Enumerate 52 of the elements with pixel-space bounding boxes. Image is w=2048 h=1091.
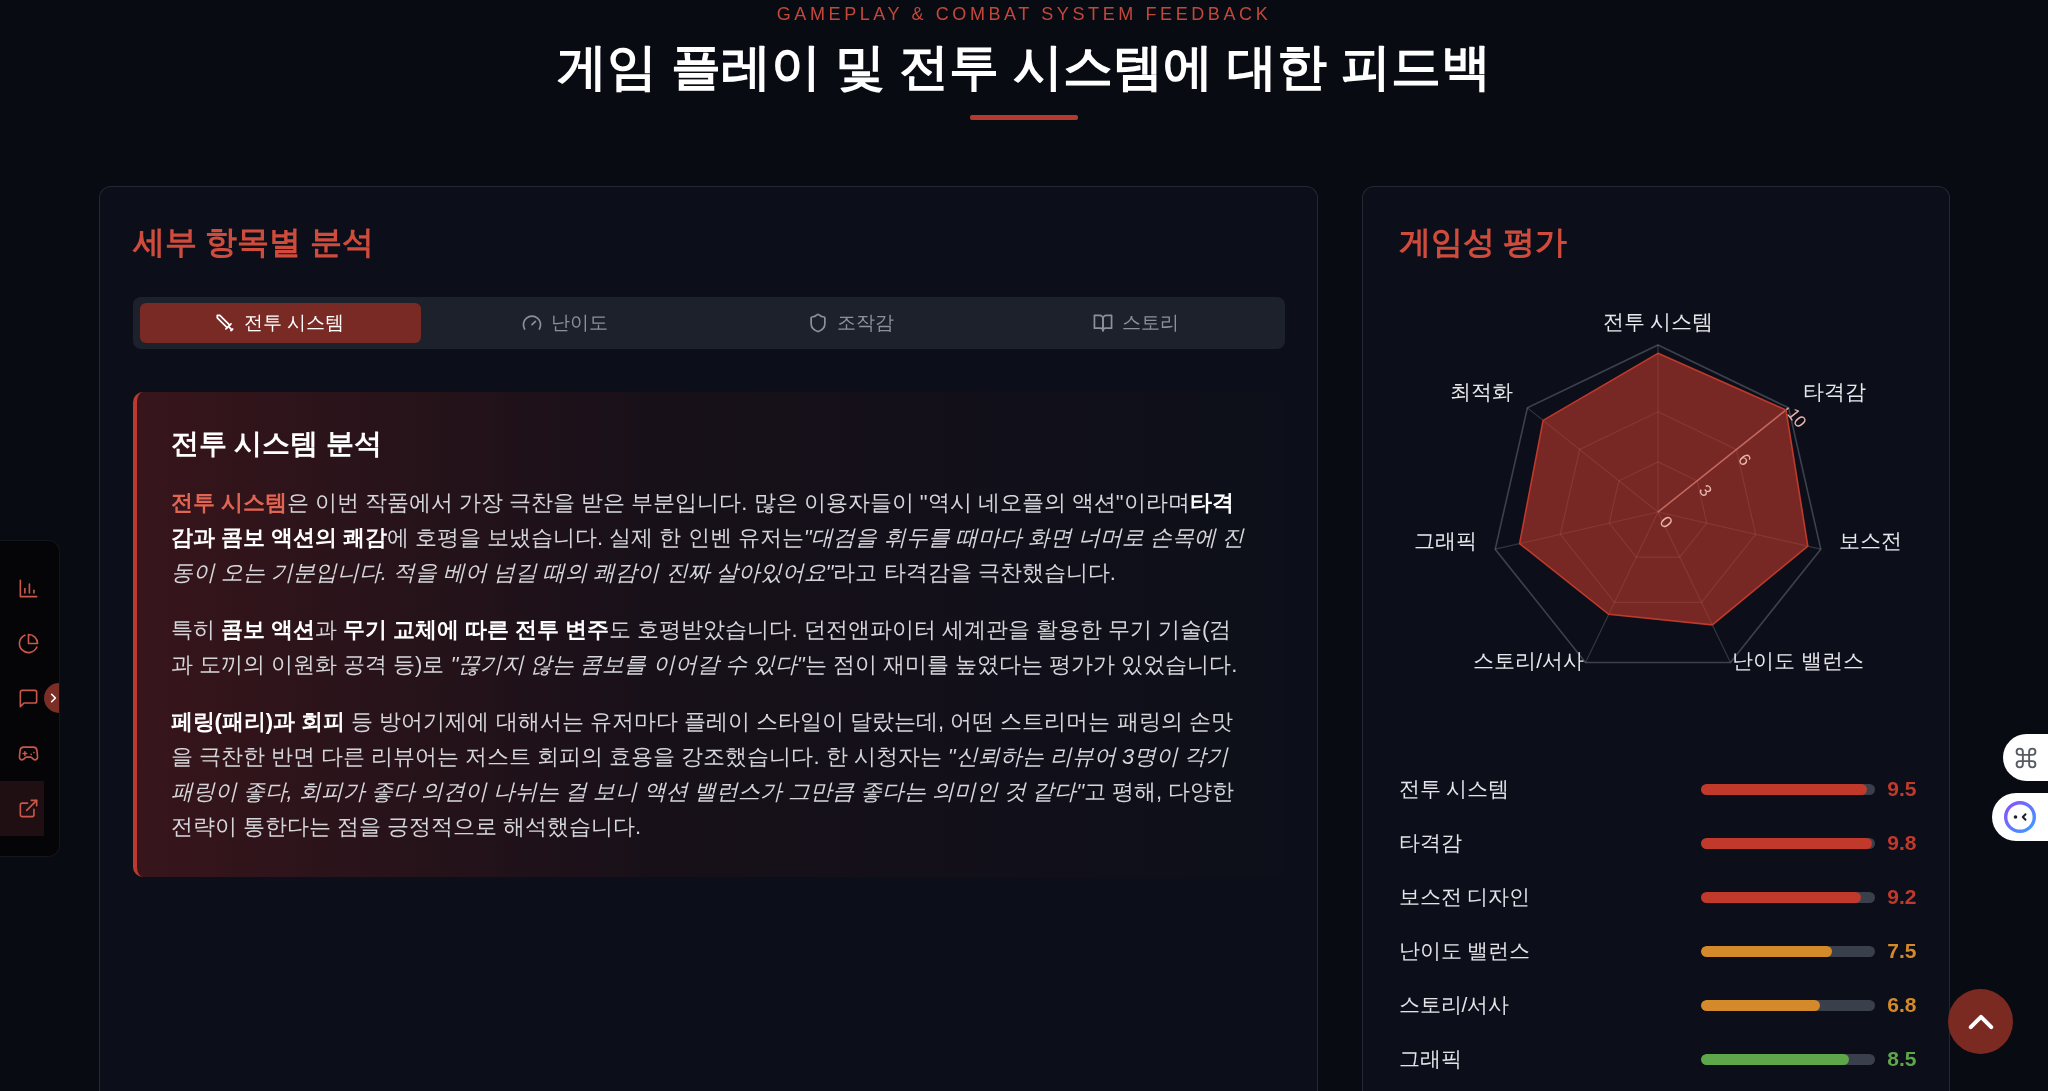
chevron-right-icon xyxy=(50,693,56,703)
tick-label: 0 xyxy=(1655,512,1676,532)
card-title: 게임성 평가 xyxy=(1398,223,1568,262)
paragraph: 페링(패리)과 회피 등 방어기제에 대해서는 유저마다 플레이 스타일이 달랐는데, 어떤 스트리머는 패링의 손맛을 극찬한 반면 다른 리뷰어는 저스트 회피의 효용을 강조했습니다. 한 시청자는 "신뢰하는 리뷰어 3명이 각기 패링이 좋다, 회피가 좋다 의견이 나뉘는 걸 보니 액션 밸런스가 그만큼 좋다는 의미인 것 같다"고 평해, 다양한 전략이 통한다는 점을 긍정적으로 해석했습니다. xyxy=(170,708,1236,841)
tick-label: 6 xyxy=(1733,450,1755,470)
paragraph: 전투 시스템은 이번 작품에서 가장 극찬을 받은 부분입니다. 많은 이용자들이 "역시 네오플의 액션"이라며타격감과 콤보 액션의 쾌감에 호평을 보냈습니다. 실제 한 인벤 유저는"대검을 휘두를 때마다 화면 너머로 손목에 진동이 오는 기분입니다. 적을 베어 넘길 때의 쾌감이 진짜 살아있어요"라고 타격감을 극찬했습니다. xyxy=(170,489,1246,587)
axis-label: 타격감 xyxy=(1802,379,1866,403)
command-icon xyxy=(2014,746,2037,769)
score-value: 8.5 xyxy=(1887,1046,1917,1073)
face-icon xyxy=(2004,801,2036,833)
score-label: 타격감 xyxy=(1398,830,1463,857)
score-value: 9.2 xyxy=(1887,884,1917,911)
speech-bubble-icon xyxy=(18,689,38,708)
score-value: 9.5 xyxy=(1887,776,1917,803)
page-title: 게임 플레이 및 전투 시스템에 대한 피드백 xyxy=(557,38,1491,97)
axis-label: 그래픽 xyxy=(1413,528,1477,552)
chevron-up-icon xyxy=(1968,1014,1993,1029)
shield-icon xyxy=(808,314,827,332)
score-label: 스토리/서사 xyxy=(1398,992,1511,1019)
score-label: 그래픽 xyxy=(1398,1046,1463,1073)
bar-chart-icon xyxy=(18,579,38,598)
panel-title: 전투 시스템 분석 xyxy=(170,427,384,461)
axis-label: 전투 시스템 xyxy=(1602,309,1713,333)
gauge-icon xyxy=(523,314,542,332)
axis-label: 보스전 xyxy=(1838,528,1902,552)
score-value: 6.8 xyxy=(1887,992,1917,1019)
axis-label: 난이도 밸런스 xyxy=(1731,648,1864,672)
tab[interactable]: 전투 시스템 xyxy=(139,303,421,343)
eyebrow-text: GAMEPLAY & COMBAT SYSTEM FEEDBACK xyxy=(776,3,1272,25)
tab[interactable]: 조작감 xyxy=(710,303,992,343)
score-label: 전투 시스템 xyxy=(1398,776,1511,803)
quick-menu-button[interactable] xyxy=(2003,734,2048,781)
sword-icon xyxy=(216,314,235,332)
card-title: 세부 항목별 분석 xyxy=(132,223,375,262)
paragraph: 특히 콤보 액션과 무기 교체에 따른 전투 변주도 호평받았습니다. 던전앤파이터 세계관을 활용한 무기 기술(검과 도끼의 이원화 공격 등)로 "끊기지 않는 콤보를 이어갈 수 있다"는 점이 재미를 높였다는 평가가 있었습니다. xyxy=(170,616,1239,679)
open-book-icon xyxy=(1094,314,1113,332)
tab[interactable]: 스토리 xyxy=(996,303,1278,343)
pie-chart-icon xyxy=(18,634,38,653)
sidebar-toggle-button[interactable] xyxy=(44,683,59,713)
axis-label: 최적화 xyxy=(1449,379,1513,403)
tab[interactable]: 난이도 xyxy=(425,303,707,343)
tick-label: 3 xyxy=(1694,481,1716,501)
assistant-button[interactable] xyxy=(1992,793,2048,841)
sidebar-button[interactable] xyxy=(0,781,44,836)
score-label: 보스전 디자인 xyxy=(1398,884,1532,911)
axis-label: 스토리/서사 xyxy=(1472,648,1584,672)
score-label: 난이도 밸런스 xyxy=(1398,938,1532,965)
score-value: 9.8 xyxy=(1887,830,1917,857)
score-value: 7.5 xyxy=(1887,938,1917,965)
tick-label: 10 xyxy=(1782,404,1810,432)
gamepad-icon xyxy=(18,744,38,763)
external-link-icon xyxy=(18,799,38,818)
